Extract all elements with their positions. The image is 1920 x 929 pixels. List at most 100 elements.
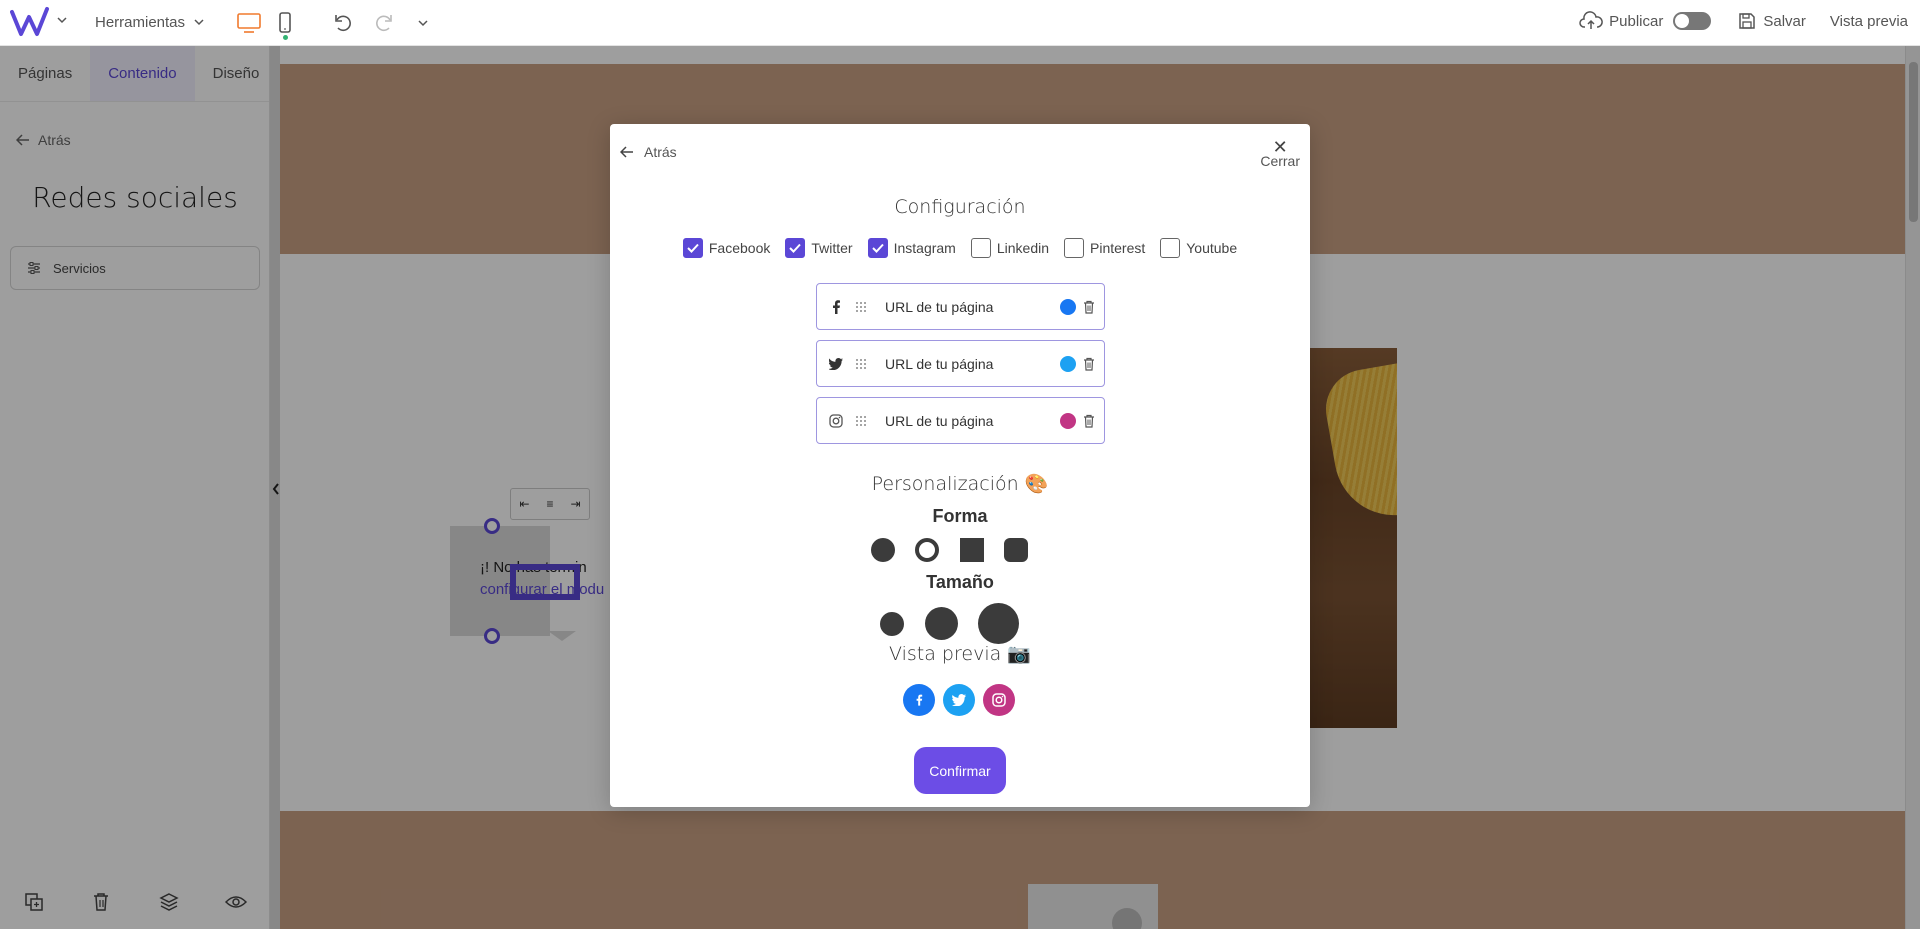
canvas-scrollbar[interactable] — [1905, 46, 1920, 929]
checkbox-box[interactable] — [1064, 238, 1084, 258]
checkbox-linkedin[interactable]: Linkedin — [970, 238, 1049, 258]
checkbox-pinterest[interactable]: Pinterest — [1064, 238, 1145, 258]
trash-icon[interactable] — [89, 890, 113, 914]
checkbox-instagram[interactable]: Instagram — [867, 238, 956, 258]
sidebar-back-link[interactable]: Atrás — [16, 132, 71, 148]
pasta-image-detail — [1319, 361, 1397, 525]
tab-design-label: Diseño — [212, 65, 260, 82]
shape-option-square[interactable] — [960, 538, 984, 562]
services-label: Servicios — [53, 260, 106, 276]
trash-icon[interactable] — [1080, 300, 1098, 314]
image-placeholder[interactable] — [1028, 884, 1158, 929]
shape-option-circle-outline[interactable] — [915, 538, 939, 562]
mobile-view-icon[interactable] — [272, 10, 298, 36]
align-center-icon[interactable]: ≡ — [546, 497, 553, 511]
arrow-left-icon — [16, 134, 29, 146]
shape-title: Forma — [932, 506, 988, 526]
collapse-arrow-icon[interactable] — [272, 482, 280, 496]
publish-label: Publicar — [1609, 12, 1664, 30]
tab-pages[interactable]: Páginas — [0, 46, 90, 101]
tab-design[interactable]: Diseño — [195, 46, 278, 101]
drag-handle-icon[interactable] — [851, 358, 871, 370]
color-swatch[interactable] — [1060, 355, 1076, 372]
confirm-label: Confirmar — [929, 762, 991, 779]
confirm-button[interactable]: Confirmar — [914, 747, 1006, 794]
url-input[interactable]: URL de tu página — [885, 356, 1060, 372]
shape-option-rounded-square[interactable] — [1004, 538, 1028, 562]
preview-button[interactable]: Vista previa — [1830, 13, 1908, 30]
personalization-title: Personalización 🎨 — [871, 473, 1049, 495]
check-icon — [687, 243, 699, 253]
checkbox-youtube[interactable]: Youtube — [1160, 238, 1237, 258]
network-checkbox-group: Facebook Twitter Instagram Linkedin Pint… — [610, 238, 1310, 258]
checkbox-facebook[interactable]: Facebook — [682, 238, 770, 258]
publish-control[interactable]: Publicar — [1579, 11, 1712, 31]
checkbox-label: Linkedin — [996, 240, 1049, 256]
top-toolbar: Herramientas Publicar Salvar Vista previ… — [0, 0, 1920, 46]
url-row-twitter: URL de tu página — [816, 340, 1105, 387]
desktop-view-icon[interactable] — [236, 10, 262, 36]
trash-icon[interactable] — [1080, 414, 1098, 428]
align-right-icon[interactable]: ⇥ — [570, 497, 580, 511]
drag-handle-icon[interactable] — [851, 301, 871, 313]
check-icon — [789, 243, 802, 253]
logo-icon[interactable] — [10, 6, 50, 38]
sidebar-bottom-toolbar — [0, 890, 270, 914]
tools-menu-label: Herramientas — [95, 13, 186, 31]
duplicate-icon[interactable] — [22, 890, 46, 914]
size-option-small[interactable] — [880, 612, 904, 636]
color-swatch[interactable] — [1060, 412, 1076, 429]
url-input[interactable]: URL de tu página — [885, 299, 1060, 315]
preview-instagram-icon — [983, 684, 1015, 716]
modal-back-label: Atrás — [644, 144, 677, 160]
chevron-down-icon — [194, 19, 204, 26]
size-option-large[interactable] — [978, 603, 1019, 644]
trash-icon[interactable] — [1080, 357, 1098, 371]
sidebar-back-label: Atrás — [38, 132, 71, 148]
size-title: Tamaño — [926, 572, 994, 592]
color-swatch[interactable] — [1060, 298, 1076, 315]
sidebar: Páginas Contenido Diseño Atrás Redes soc… — [0, 46, 270, 929]
checkbox-label: Pinterest — [1090, 240, 1146, 256]
sidebar-tabs: Páginas Contenido Diseño — [0, 46, 269, 102]
checkbox-box[interactable] — [970, 238, 991, 258]
align-left-icon[interactable]: ⇤ — [519, 497, 529, 511]
modal-close-button[interactable]: ✕ Cerrar — [1260, 137, 1300, 168]
publish-toggle[interactable] — [1673, 12, 1712, 30]
tab-content[interactable]: Contenido — [90, 46, 195, 101]
drag-handle-icon[interactable] — [851, 415, 871, 427]
url-row-facebook: URL de tu página — [816, 283, 1105, 330]
size-option-medium[interactable] — [925, 607, 958, 640]
modal-title: Configuración — [894, 196, 1026, 218]
save-button[interactable]: Salvar — [1737, 11, 1806, 31]
layers-icon[interactable] — [157, 890, 181, 914]
food-image[interactable] — [1302, 348, 1397, 728]
twitter-icon — [821, 357, 851, 370]
check-icon — [871, 243, 884, 253]
checkbox-box[interactable] — [867, 238, 888, 258]
checkbox-box[interactable] — [785, 238, 806, 258]
sidebar-title: Redes sociales — [32, 181, 238, 214]
url-input[interactable]: URL de tu página — [885, 413, 1060, 429]
undo-icon[interactable] — [330, 10, 356, 36]
checkbox-label: Twitter — [811, 240, 853, 256]
checkbox-twitter[interactable]: Twitter — [785, 238, 853, 258]
checkbox-box[interactable] — [682, 238, 703, 258]
selection-handle-bottom[interactable] — [484, 628, 500, 644]
tools-menu[interactable]: Herramientas — [95, 10, 205, 34]
arrow-left-icon — [620, 146, 633, 158]
save-label: Salvar — [1763, 12, 1806, 30]
eye-icon[interactable] — [224, 890, 248, 914]
cloud-upload-icon — [1579, 11, 1603, 29]
tab-pages-label: Páginas — [18, 65, 73, 82]
preview-twitter-icon — [943, 684, 975, 716]
services-item[interactable]: Servicios — [10, 246, 260, 290]
checkbox-box[interactable] — [1160, 238, 1181, 258]
close-icon: ✕ — [1272, 137, 1288, 157]
redo-icon[interactable] — [371, 10, 397, 36]
selection-handle-top[interactable] — [484, 518, 500, 534]
modal-back-link[interactable]: Atrás — [620, 144, 677, 160]
chevron-down-icon[interactable] — [56, 13, 68, 25]
chevron-down-icon[interactable] — [410, 10, 436, 36]
shape-option-circle[interactable] — [871, 538, 895, 562]
